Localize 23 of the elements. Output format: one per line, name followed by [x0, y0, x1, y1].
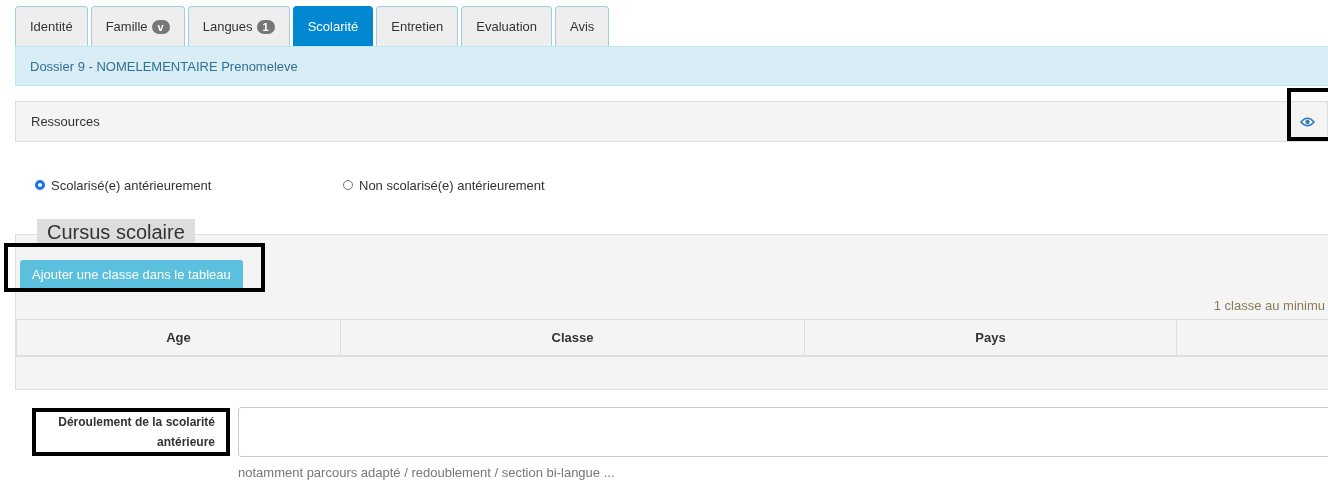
tab[interactable]: Famille v — [90, 6, 185, 46]
radio-button[interactable] — [343, 180, 353, 190]
tab[interactable]: Evaluation — [461, 6, 553, 46]
radio-label: Non scolarisé(e) antérieurement — [359, 177, 545, 193]
tab[interactable]: Entretien — [376, 6, 459, 46]
tab[interactable]: Identité — [15, 6, 88, 46]
column-header: Classe — [340, 320, 804, 355]
count-badge: v — [151, 19, 170, 34]
column-header: Pays — [804, 320, 1176, 355]
count-badge: 1 — [256, 19, 275, 34]
radio-button[interactable] — [35, 180, 45, 190]
radio-label: Scolarisé(e) antérieurement — [51, 177, 212, 193]
dossier-title: Dossier 9 - NOMELEMENTAIRE Prenomeleve — [30, 58, 298, 74]
tab[interactable]: Scolarité — [292, 6, 374, 46]
hint-text: 1 classe au minimu — [1213, 298, 1325, 315]
column-header: Age — [16, 320, 340, 355]
help-text: notamment parcours adapté / redoublement / section bi-langue ... — [238, 465, 616, 480]
field-label: Déroulement de la scolarité antérieure — [57, 414, 216, 451]
section-legend: Cursus scolaire — [37, 219, 195, 245]
tab[interactable]: Avis — [555, 6, 610, 46]
eye-icon[interactable] — [1299, 116, 1315, 127]
section-title: Ressources — [31, 114, 100, 129]
tab[interactable]: Langues 1 — [187, 6, 290, 46]
